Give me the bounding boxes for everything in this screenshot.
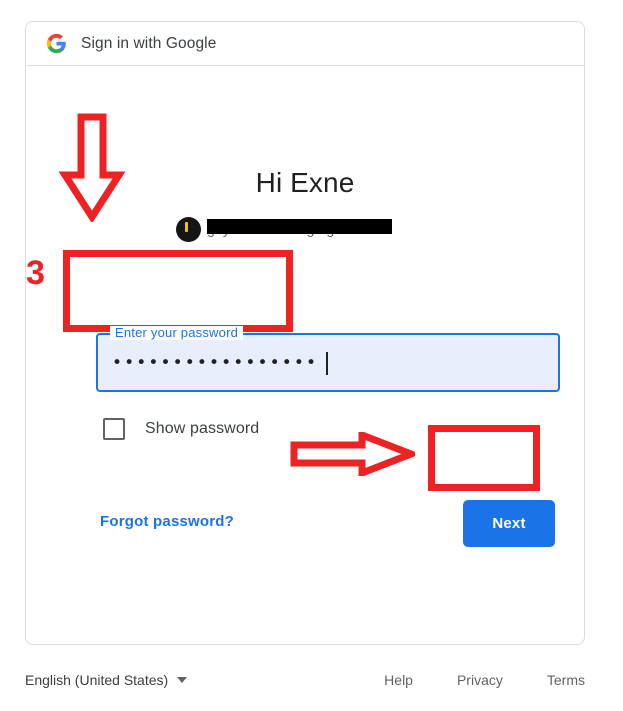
sign-in-card: Sign in with Google Hi Exne gaynowinlate… bbox=[25, 21, 585, 645]
password-input[interactable]: ••••••••••••••••• bbox=[112, 353, 318, 373]
footer-link-help[interactable]: Help bbox=[384, 672, 413, 688]
show-password-checkbox[interactable] bbox=[103, 418, 125, 440]
footer-link-privacy[interactable]: Privacy bbox=[457, 672, 503, 688]
show-password-label: Show password bbox=[145, 420, 260, 437]
show-password-row[interactable]: Show password bbox=[103, 418, 259, 440]
chevron-down-icon bbox=[177, 677, 188, 683]
header-title: Sign in with Google bbox=[81, 34, 217, 52]
avatar bbox=[176, 216, 201, 242]
next-button[interactable]: Next bbox=[463, 500, 555, 547]
footer: English (United States) Help Privacy Ter… bbox=[25, 672, 585, 688]
card-header: Sign in with Google bbox=[26, 22, 584, 66]
greeting-text: Hi Exne bbox=[255, 167, 355, 198]
account-email-wrap: gaynowinlateringc-gmail.com bbox=[207, 218, 392, 240]
card-body: Hi Exne gaynowinlateringc-gmail.com Ente… bbox=[26, 66, 584, 644]
account-chip[interactable]: gaynowinlateringc-gmail.com bbox=[176, 215, 392, 243]
forgot-password-link[interactable]: Forgot password? bbox=[100, 513, 234, 530]
footer-links: Help Privacy Terms bbox=[384, 672, 585, 688]
password-label: Enter your password bbox=[110, 326, 244, 340]
google-g-icon bbox=[46, 33, 66, 54]
language-selector[interactable]: English (United States) bbox=[25, 672, 188, 688]
password-field[interactable]: Enter your password ••••••••••••••••• bbox=[96, 326, 560, 392]
language-label: English (United States) bbox=[25, 672, 169, 688]
text-caret bbox=[326, 352, 328, 375]
email-redaction-bar bbox=[207, 219, 392, 234]
footer-link-terms[interactable]: Terms bbox=[547, 672, 585, 688]
